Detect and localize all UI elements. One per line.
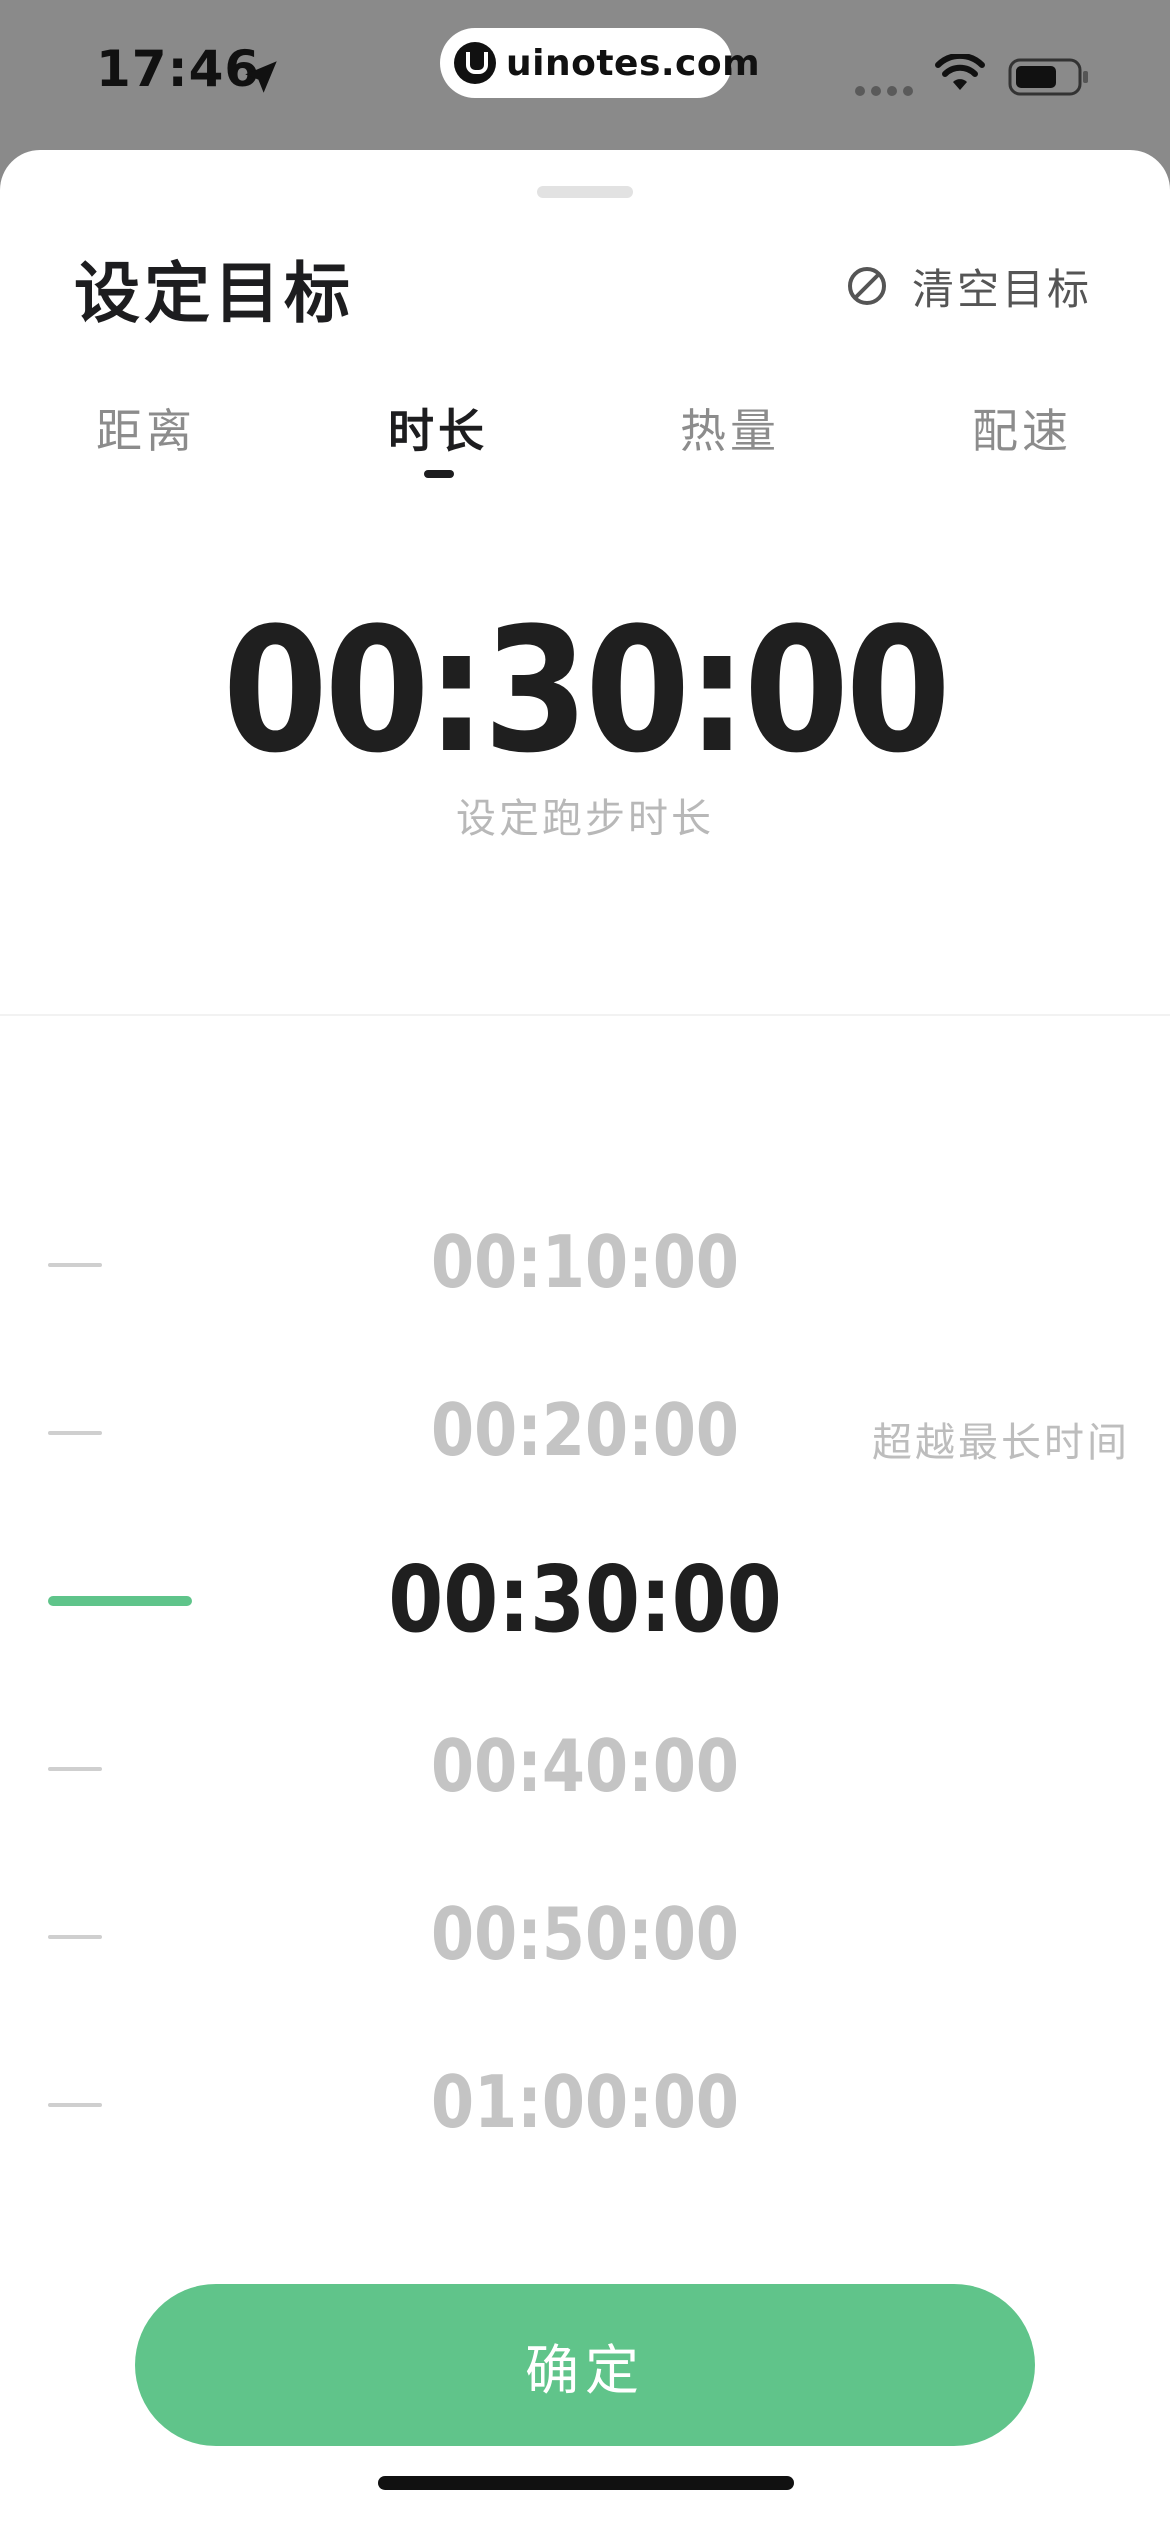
goal-tabs: 距离 时长 热量 配速 bbox=[0, 395, 1170, 495]
site-url: uinotes.com bbox=[506, 42, 761, 84]
battery-icon bbox=[1008, 58, 1088, 96]
picker-item[interactable]: 00:10:00 bbox=[0, 1180, 1170, 1348]
wifi-icon bbox=[935, 54, 985, 90]
divider bbox=[0, 1014, 1170, 1016]
status-time: 17:46 bbox=[96, 40, 261, 98]
picker-item-value: 00:50:00 bbox=[430, 1892, 740, 1976]
clear-goal-button[interactable]: 清空目标 bbox=[846, 258, 1092, 314]
confirm-button[interactable]: 确定 bbox=[135, 2284, 1035, 2446]
goal-value-caption: 设定跑步时长 bbox=[456, 796, 714, 842]
picker-item-selected[interactable]: 00:30:00 bbox=[0, 1516, 1170, 1684]
picker-item[interactable]: 00:40:00 bbox=[0, 1684, 1170, 1852]
duration-picker[interactable]: 00:10:00 00:20:00 超越最长时间 00:30:00 00:40:… bbox=[0, 1180, 1170, 2220]
picker-item[interactable]: 00:50:00 bbox=[0, 1852, 1170, 2020]
tab-calories[interactable]: 热量 bbox=[630, 395, 830, 461]
location-arrow-icon bbox=[245, 61, 277, 93]
site-url-pill[interactable]: uinotes.com bbox=[440, 28, 760, 98]
drag-handle[interactable] bbox=[537, 186, 633, 198]
picker-item-note: 超越最长时间 bbox=[872, 1420, 1130, 1466]
picker-item-value: 00:10:00 bbox=[430, 1220, 740, 1304]
ban-icon bbox=[847, 267, 886, 305]
goal-value-display: 00:30:00 bbox=[222, 590, 951, 791]
goal-sheet: 设定目标 清空目标 距离 时长 热量 配速 00:30:00 设定跑步时长 00… bbox=[0, 150, 1170, 2532]
tab-duration[interactable]: 时长 bbox=[338, 395, 538, 461]
picker-item[interactable]: 01:00:00 bbox=[0, 2020, 1170, 2188]
picker-item-value-selected: 00:30:00 bbox=[388, 1546, 782, 1653]
home-indicator bbox=[378, 2476, 794, 2490]
picker-item-value: 00:40:00 bbox=[430, 1724, 740, 1808]
sheet-title: 设定目标 bbox=[74, 255, 354, 332]
active-tab-indicator bbox=[424, 470, 454, 478]
tab-pace[interactable]: 配速 bbox=[922, 395, 1122, 461]
tab-distance[interactable]: 距离 bbox=[46, 395, 246, 461]
clear-goal-label: 清空目标 bbox=[911, 264, 1092, 314]
picker-item[interactable]: 00:20:00 超越最长时间 bbox=[0, 1348, 1170, 1516]
site-logo-icon bbox=[454, 42, 496, 84]
picker-item-value: 01:00:00 bbox=[430, 2060, 740, 2144]
status-bar: 17:46 uinotes.com bbox=[0, 0, 1170, 150]
cellular-signal-icon bbox=[855, 86, 913, 96]
